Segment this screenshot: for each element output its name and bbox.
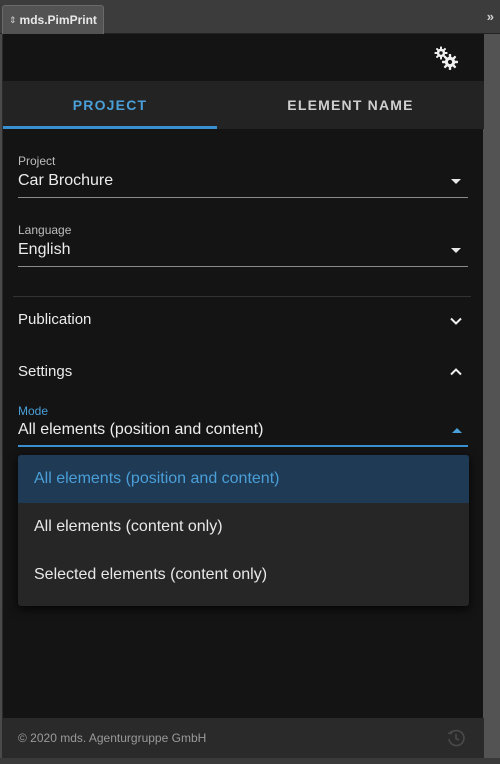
language-dropdown-caret-icon[interactable] bbox=[451, 248, 461, 253]
tab-element-name[interactable]: ELEMENT NAME bbox=[217, 81, 484, 129]
project-select[interactable]: Car Brochure bbox=[18, 172, 113, 190]
panel-tab-strip: ⇕ mds.PimPrint » bbox=[0, 0, 500, 34]
history-icon[interactable] bbox=[446, 728, 466, 748]
chevron-down-icon[interactable] bbox=[449, 314, 463, 328]
panel-side-strip bbox=[483, 34, 500, 758]
panel-bottom-edge bbox=[0, 758, 500, 764]
panel-tab-title: mds.PimPrint bbox=[19, 13, 97, 27]
mode-dropdown-caret-icon[interactable] bbox=[452, 428, 462, 433]
plugin-panel: PROJECT ELEMENT NAME Project Car Brochur… bbox=[2, 34, 484, 758]
collapse-panel-button[interactable]: » bbox=[487, 9, 494, 24]
mode-option[interactable]: All elements (content only) bbox=[18, 503, 469, 551]
toolbar bbox=[3, 34, 484, 81]
settings-header[interactable]: Settings bbox=[18, 363, 72, 380]
mode-option[interactable]: All elements (position and content) bbox=[18, 455, 469, 503]
footer: © 2020 mds. Agenturgruppe GmbH bbox=[3, 718, 484, 758]
section-divider bbox=[13, 296, 471, 297]
copyright-text: © 2020 mds. Agenturgruppe GmbH bbox=[18, 731, 207, 745]
mode-option[interactable]: Selected elements (content only) bbox=[18, 551, 469, 599]
project-dropdown-caret-icon[interactable] bbox=[451, 179, 461, 184]
language-underline bbox=[18, 266, 468, 267]
tab-bar: PROJECT ELEMENT NAME bbox=[3, 81, 484, 129]
gears-icon[interactable] bbox=[433, 45, 459, 71]
active-tab-indicator bbox=[3, 126, 217, 129]
mode-underline bbox=[18, 445, 468, 447]
mode-select[interactable]: All elements (position and content) bbox=[18, 421, 263, 439]
project-underline bbox=[18, 197, 468, 198]
publication-header[interactable]: Publication bbox=[18, 311, 91, 328]
mode-dropdown-menu: All elements (position and content) All … bbox=[18, 455, 469, 606]
language-label: Language bbox=[18, 223, 72, 237]
project-label: Project bbox=[18, 154, 56, 168]
mode-label: Mode bbox=[18, 404, 49, 418]
app-window: ⇕ mds.PimPrint » PROJECT ELEMENT NAME Pr… bbox=[0, 0, 500, 764]
tab-project[interactable]: PROJECT bbox=[3, 81, 217, 129]
language-select[interactable]: English bbox=[18, 241, 70, 259]
chevron-up-icon[interactable] bbox=[449, 365, 463, 379]
updown-icon: ⇕ bbox=[9, 14, 17, 25]
panel-tab[interactable]: ⇕ mds.PimPrint bbox=[2, 5, 104, 34]
